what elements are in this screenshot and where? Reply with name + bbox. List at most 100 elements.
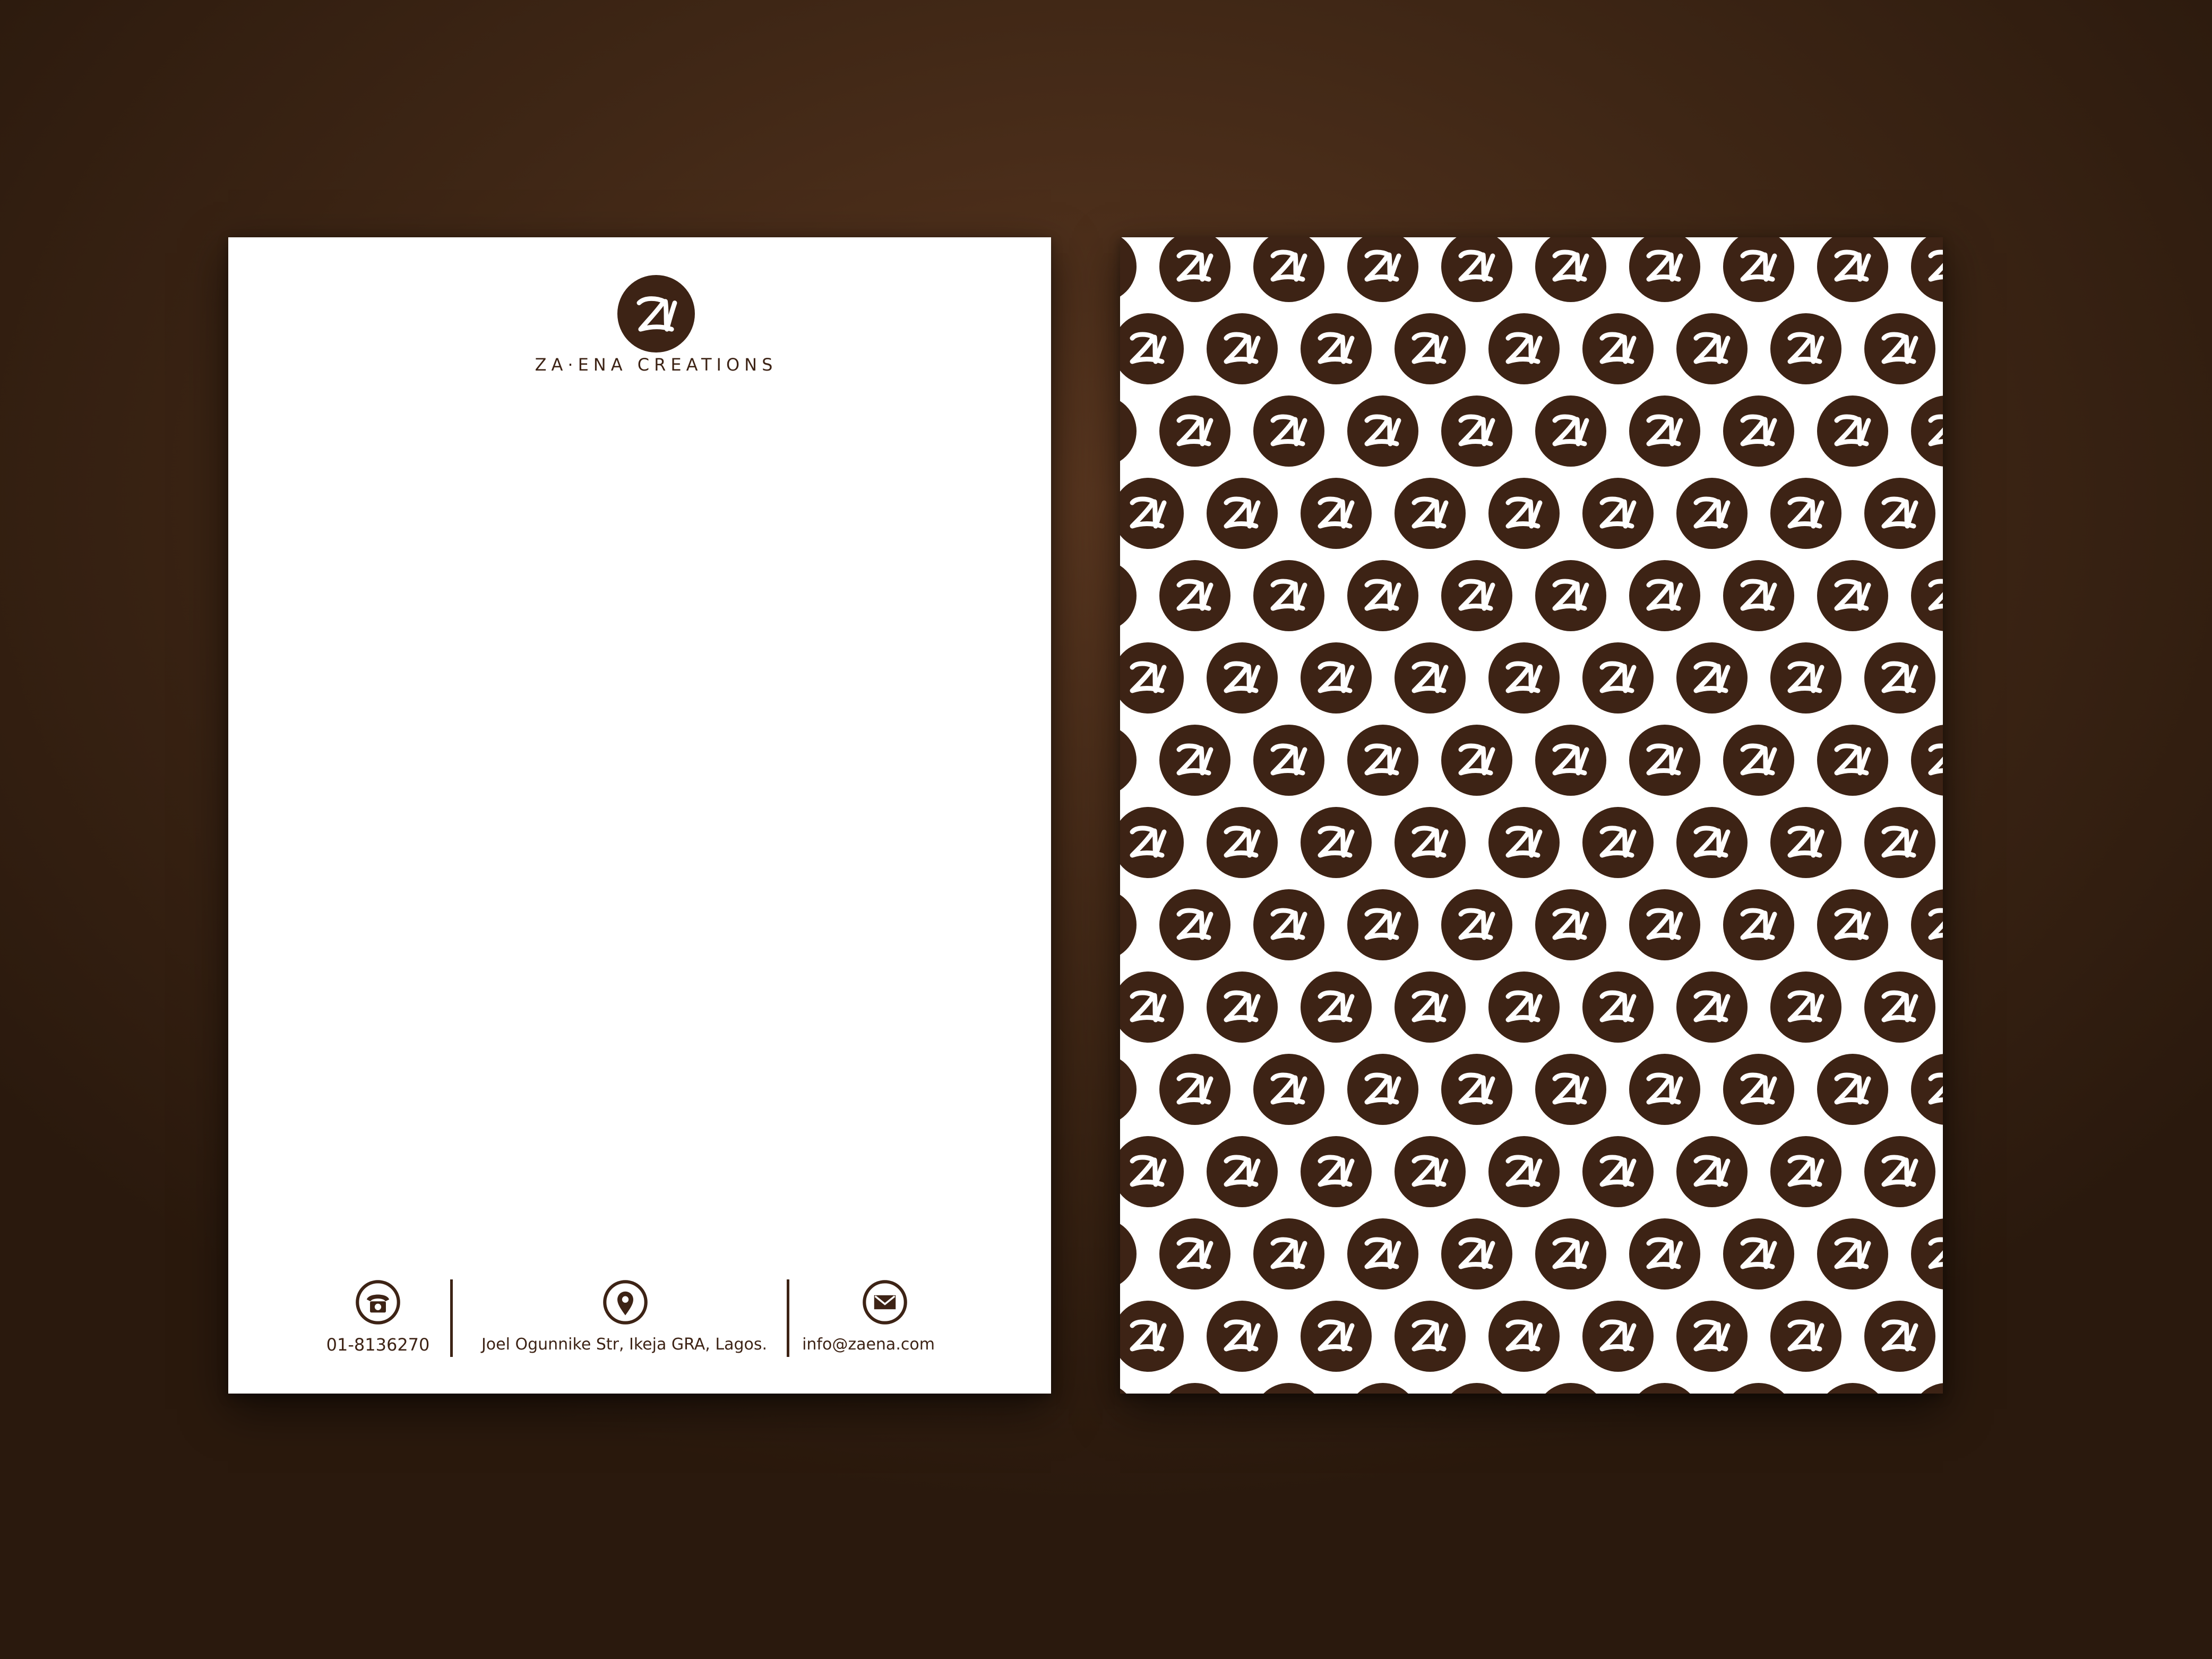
pattern-monogram-icon — [1723, 237, 1794, 302]
pattern-monogram-icon — [1864, 1301, 1935, 1372]
pattern-monogram-icon — [1817, 889, 1888, 960]
pattern-monogram-icon — [1301, 478, 1372, 549]
pattern-monogram-icon — [1770, 313, 1841, 384]
pattern-monogram-icon — [1120, 725, 1137, 796]
pattern-monogram-icon — [1582, 313, 1654, 384]
pattern-monogram-icon — [1441, 1054, 1512, 1125]
pattern-monogram-icon — [1207, 972, 1278, 1043]
pattern-monogram-icon — [1207, 1301, 1278, 1372]
pattern-monogram-icon — [1723, 1218, 1794, 1290]
pattern-monogram-icon — [1253, 1054, 1324, 1125]
letterhead-front — [228, 237, 1051, 1394]
pattern-monogram-icon — [1159, 237, 1230, 302]
pattern-monogram-icon — [1911, 396, 1943, 467]
pattern-monogram-icon — [1120, 313, 1184, 384]
pattern-monogram-icon — [1535, 1218, 1606, 1290]
pattern-monogram-icon — [1120, 807, 1184, 878]
pattern-monogram-icon — [1864, 478, 1935, 549]
pattern-monogram-icon — [1817, 1218, 1888, 1290]
pattern-monogram-icon — [1817, 725, 1888, 796]
pattern-monogram-icon — [1395, 478, 1466, 549]
pattern-monogram-icon — [1207, 478, 1278, 549]
footer-divider — [450, 1279, 453, 1357]
pattern-monogram-icon — [1629, 237, 1700, 302]
pattern-monogram-icon — [1911, 237, 1943, 302]
pattern-monogram-icon — [1911, 725, 1943, 796]
pattern-monogram-icon — [1582, 642, 1654, 714]
pattern-monogram-icon — [1911, 560, 1943, 631]
pattern-monogram-icon — [1301, 313, 1372, 384]
pattern-monogram-icon — [1441, 1383, 1512, 1394]
pattern-monogram-icon — [1535, 725, 1606, 796]
pattern-monogram-icon — [1301, 972, 1372, 1043]
pattern-monogram-icon — [1159, 889, 1230, 960]
pattern-monogram-icon — [1911, 1054, 1943, 1125]
pattern-monogram-icon — [1253, 889, 1324, 960]
pattern-monogram-icon — [1488, 807, 1560, 878]
pattern-monogram-icon — [1253, 237, 1324, 302]
pattern-monogram-icon — [1817, 237, 1888, 302]
phone-icon — [356, 1280, 400, 1325]
pattern-monogram-icon — [1120, 1054, 1137, 1125]
brand-name: ZA·ENA CREATIONS — [535, 355, 778, 375]
letterhead-back-pattern — [1120, 237, 1943, 1394]
address: Joel Ogunnike Str, Ikeja GRA, Lagos. — [481, 1335, 768, 1354]
pattern-monogram-icon — [1395, 313, 1466, 384]
pattern-monogram-icon — [1120, 972, 1184, 1043]
pattern-monogram-icon — [1488, 478, 1560, 549]
pattern-monogram-icon — [1120, 1136, 1184, 1207]
pattern-monogram-icon — [1911, 1383, 1943, 1394]
pattern-monogram-icon — [1207, 313, 1278, 384]
pattern-monogram-icon — [1347, 560, 1418, 631]
pattern-monogram-icon — [1253, 1218, 1324, 1290]
pattern-monogram-icon — [1864, 1136, 1935, 1207]
pattern-monogram-icon — [1395, 1301, 1466, 1372]
phone-number: 01-8136270 — [326, 1335, 430, 1355]
pattern-monogram-icon — [1301, 642, 1372, 714]
pattern-monogram-icon — [1582, 972, 1654, 1043]
pattern-monogram-icon — [1347, 889, 1418, 960]
pattern-monogram-icon — [1535, 396, 1606, 467]
pattern-monogram-icon — [1347, 1383, 1418, 1394]
pattern-monogram-icon — [1120, 889, 1137, 960]
pattern-monogram-icon — [1723, 1054, 1794, 1125]
pattern-monogram-icon — [1347, 237, 1418, 302]
pattern-monogram-icon — [1488, 972, 1560, 1043]
pattern-monogram-icon — [1159, 725, 1230, 796]
pattern-monogram-icon — [1253, 725, 1324, 796]
monogram-pattern — [1120, 237, 1943, 1394]
email-address: info@zaena.com — [802, 1335, 935, 1354]
pattern-monogram-icon — [1911, 1218, 1943, 1290]
pattern-monogram-icon — [1441, 1218, 1512, 1290]
pattern-monogram-icon — [1817, 560, 1888, 631]
pattern-monogram-icon — [1629, 396, 1700, 467]
pattern-monogram-icon — [1582, 807, 1654, 878]
pattern-monogram-icon — [1770, 972, 1841, 1043]
pattern-monogram-icon — [1629, 1054, 1700, 1125]
pattern-monogram-icon — [1864, 313, 1935, 384]
pattern-monogram-icon — [1582, 1301, 1654, 1372]
pattern-monogram-icon — [1207, 1136, 1278, 1207]
pattern-monogram-icon — [1441, 889, 1512, 960]
pattern-monogram-icon — [1817, 1383, 1888, 1394]
pattern-monogram-icon — [1159, 560, 1230, 631]
pattern-monogram-icon — [1159, 1383, 1230, 1394]
pattern-monogram-icon — [1723, 560, 1794, 631]
pattern-monogram-icon — [1535, 1054, 1606, 1125]
pattern-monogram-icon — [1207, 642, 1278, 714]
pattern-monogram-icon — [1207, 807, 1278, 878]
location-pin-icon — [603, 1280, 648, 1325]
pattern-monogram-icon — [1770, 1301, 1841, 1372]
pattern-monogram-icon — [1120, 237, 1137, 302]
pattern-monogram-icon — [1723, 725, 1794, 796]
pattern-monogram-icon — [1395, 642, 1466, 714]
pattern-monogram-icon — [1770, 807, 1841, 878]
pattern-monogram-icon — [1629, 725, 1700, 796]
pattern-monogram-icon — [1770, 642, 1841, 714]
pattern-monogram-icon — [1535, 560, 1606, 631]
pattern-monogram-icon — [1347, 1218, 1418, 1290]
pattern-monogram-icon — [1629, 1383, 1700, 1394]
mail-icon — [863, 1280, 907, 1325]
pattern-monogram-icon — [1120, 478, 1184, 549]
pattern-monogram-icon — [1441, 396, 1512, 467]
